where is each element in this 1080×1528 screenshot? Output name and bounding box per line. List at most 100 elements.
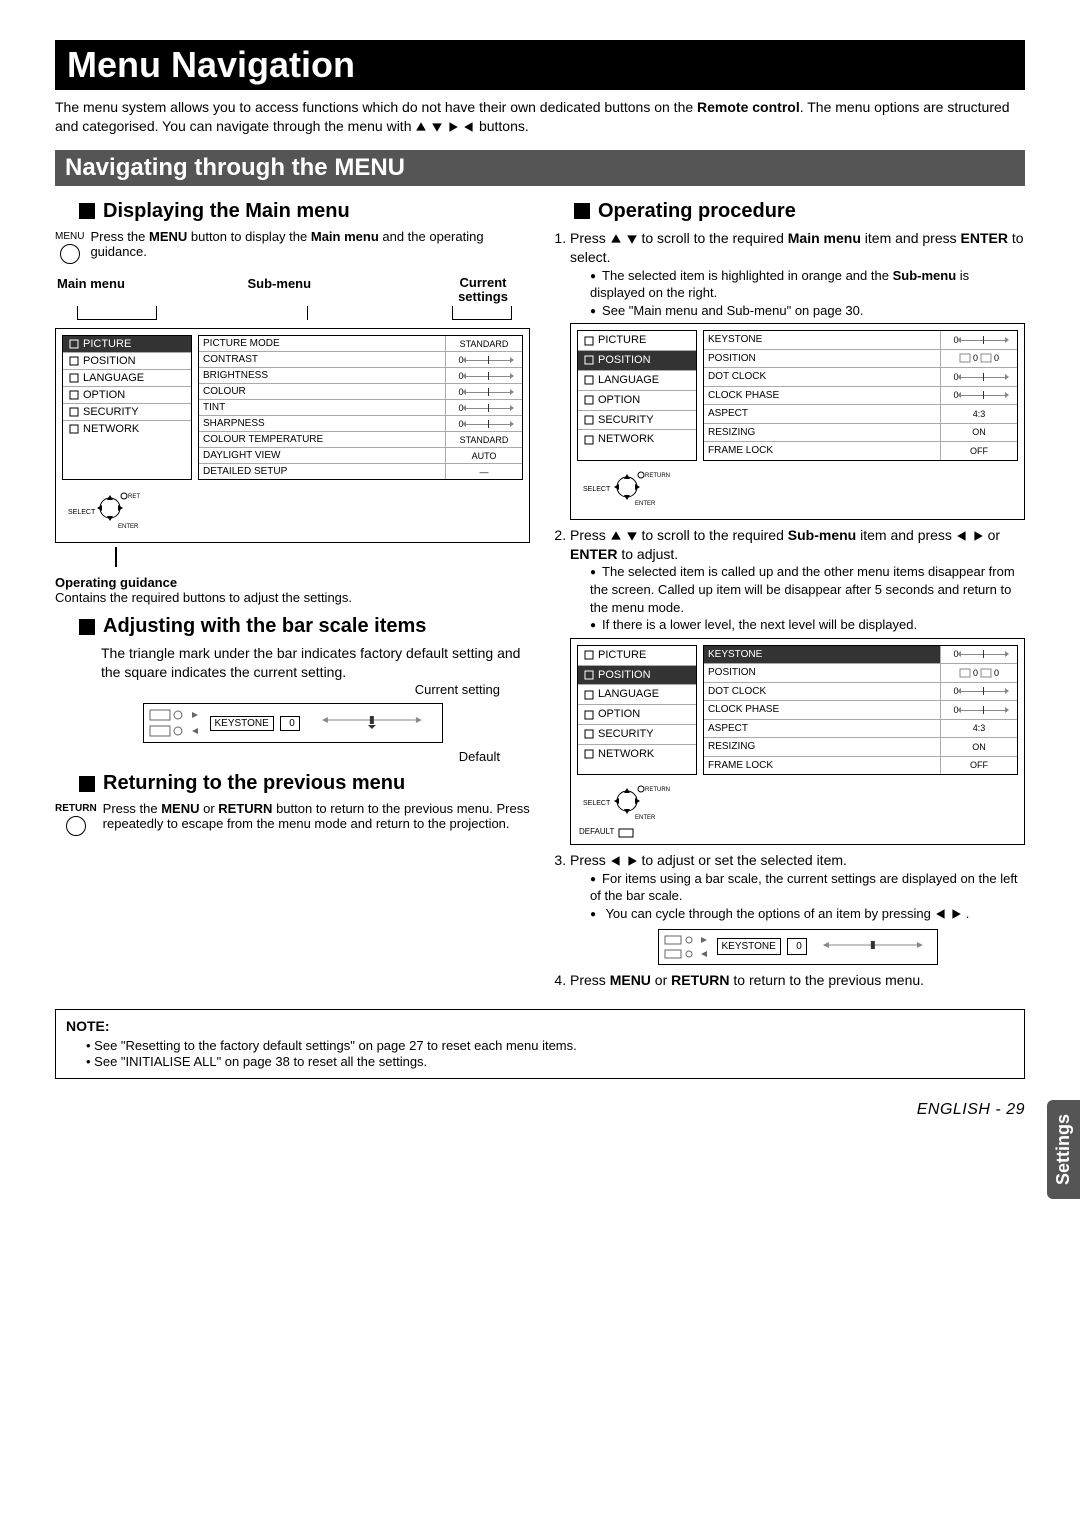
sub-menu-item-name: CLOCK PHASE <box>704 701 941 719</box>
procedure-step-1: Press to scroll to the required Main men… <box>570 229 1025 520</box>
keystone-value: 0 <box>787 938 807 956</box>
sub-menu-item-name: COLOUR <box>199 384 446 399</box>
heading-operating-procedure: Operating procedure <box>574 200 1025 223</box>
svg-text:SELECT: SELECT <box>583 486 611 493</box>
heading-adjusting-bar-scale: Adjusting with the bar scale items <box>79 615 530 638</box>
menu-item-label: LANGUAGE <box>598 373 659 388</box>
sub-menu-item-name: DETAILED SETUP <box>199 464 446 479</box>
t: ENTER <box>961 230 1008 246</box>
svg-text:RETURN: RETURN <box>645 473 670 479</box>
intro-bold-1: Remote control <box>697 99 800 115</box>
circle-button-icon <box>66 816 86 836</box>
square-bullet-icon <box>79 776 95 792</box>
t: item and press <box>856 527 956 543</box>
sub-menu-row: RESIZINGON <box>704 738 1017 757</box>
main-menu-item: SECURITY <box>578 725 696 745</box>
step3-bullet-2: You can cycle through the options of an … <box>590 905 1025 923</box>
main-menu-item: NETWORK <box>63 421 191 437</box>
circle-button-icon <box>60 244 80 264</box>
t: MENU <box>149 229 187 244</box>
main-menu-item: OPTION <box>578 705 696 725</box>
menu-item-label: POSITION <box>83 355 136 367</box>
main-menu-item: NETWORK <box>578 745 696 764</box>
keystone-label: KEYSTONE <box>717 938 781 956</box>
sub-menu-item-name: DOT CLOCK <box>704 683 941 701</box>
menu-item-icon <box>69 424 79 434</box>
main-menu-item: NETWORK <box>578 430 696 449</box>
main-menu-item: PICTURE <box>63 336 191 353</box>
menu-item-label: POSITION <box>598 353 651 368</box>
main-menu-item: LANGUAGE <box>578 371 696 391</box>
square-bullet-icon <box>574 203 590 219</box>
sub-menu-row: SHARPNESS0 <box>199 416 522 432</box>
sub-menu-item-value: 0 <box>941 387 1017 403</box>
sub-menu-item-name: CONTRAST <box>199 352 446 367</box>
sub-menu-item-name: KEYSTONE <box>704 331 941 349</box>
menu-item-icon <box>584 415 594 425</box>
arrow-up-icon <box>610 527 622 543</box>
sub-menu-row: POSITION00 <box>704 350 1017 369</box>
sub-menu-row: DOT CLOCK0 <box>704 683 1017 702</box>
procedure-step-2: Press to scroll to the required Sub-menu… <box>570 526 1025 845</box>
sub-menu-item-value: OFF <box>941 757 1017 773</box>
menu-item-icon <box>584 749 594 759</box>
sub-menu-item-value: — <box>446 465 522 479</box>
t: or <box>651 972 671 988</box>
display-main-menu-text: Press the MENU button to display the Mai… <box>90 229 530 259</box>
t: Sub-menu <box>893 268 957 283</box>
arrow-left-icon <box>935 906 947 921</box>
sub-menu-column: KEYSTONE0POSITION00DOT CLOCK0CLOCK PHASE… <box>703 330 1018 461</box>
heading-text: Operating procedure <box>598 200 796 223</box>
procedure-list: Press to scroll to the required Main men… <box>570 229 1025 990</box>
sub-menu-item-name: RESIZING <box>704 738 941 756</box>
main-menu-item: SECURITY <box>63 404 191 421</box>
svg-text:ENTER: ENTER <box>118 524 139 530</box>
square-bullet-icon <box>79 619 95 635</box>
menu-item-icon <box>69 390 79 400</box>
main-menu-item: LANGUAGE <box>578 685 696 705</box>
t: Main menu <box>311 229 379 244</box>
menu-item-label: NETWORK <box>83 423 139 435</box>
svg-text:RETURN: RETURN <box>128 494 140 500</box>
procedure-step-3: Press to adjust or set the selected item… <box>570 851 1025 965</box>
main-menu-column: PICTUREPOSITIONLANGUAGEOPTIONSECURITYNET… <box>577 645 697 776</box>
side-tab-settings: Settings <box>1047 1100 1080 1199</box>
t: to adjust or set the selected item. <box>641 852 846 868</box>
t: to scroll to the required <box>641 527 787 543</box>
sub-menu-item-name: SHARPNESS <box>199 416 446 431</box>
main-menu-column: PICTUREPOSITIONLANGUAGEOPTIONSECURITYNET… <box>577 330 697 461</box>
square-bullet-icon <box>79 203 95 219</box>
menu-item-label: PICTURE <box>598 333 646 348</box>
menu-item-icon <box>584 375 594 385</box>
procedure-step-4: Press MENU or RETURN to return to the pr… <box>570 971 1025 990</box>
t: item and press <box>861 230 961 246</box>
sub-menu-row: KEYSTONE0 <box>704 331 1017 350</box>
menu-item-icon <box>584 650 594 660</box>
mini-control-pad-icon <box>148 708 204 738</box>
step1-bullet-2: See "Main menu and Sub-menu" on page 30. <box>590 302 1025 320</box>
keystone-example-box: KEYSTONE 0 <box>143 703 443 743</box>
sub-menu-item-name: BRIGHTNESS <box>199 368 446 383</box>
menu-item-label: OPTION <box>598 393 640 408</box>
intro-paragraph: The menu system allows you to access fun… <box>55 98 1025 136</box>
current-setting-caption: Current setting <box>55 682 500 697</box>
sub-menu-item-value: ON <box>941 739 1017 755</box>
t: RETURN <box>218 801 272 816</box>
sub-menu-item-value: 0 <box>446 353 522 367</box>
sub-menu-column: PICTURE MODESTANDARDCONTRAST0BRIGHTNESS0… <box>198 335 523 480</box>
svg-text:SELECT: SELECT <box>583 800 611 807</box>
t: MENU <box>610 972 651 988</box>
default-label: DEFAULT <box>579 827 614 838</box>
menu-item-icon <box>69 356 79 366</box>
arrow-right-icon <box>950 906 962 921</box>
menu-item-label: SECURITY <box>598 727 654 742</box>
section-heading-navigating: Navigating through the MENU <box>55 150 1025 186</box>
menu-item-icon <box>584 690 594 700</box>
sub-menu-item-value: AUTO <box>446 449 522 463</box>
sub-menu-row: KEYSTONE0 <box>704 646 1017 665</box>
menu-button-indicator: MENU <box>55 231 84 264</box>
intro-text-1: The menu system allows you to access fun… <box>55 99 697 115</box>
t: The selected item is highlighted in oran… <box>602 268 893 283</box>
sub-menu-row: PICTURE MODESTANDARD <box>199 336 522 352</box>
main-menu-item: POSITION <box>63 353 191 370</box>
